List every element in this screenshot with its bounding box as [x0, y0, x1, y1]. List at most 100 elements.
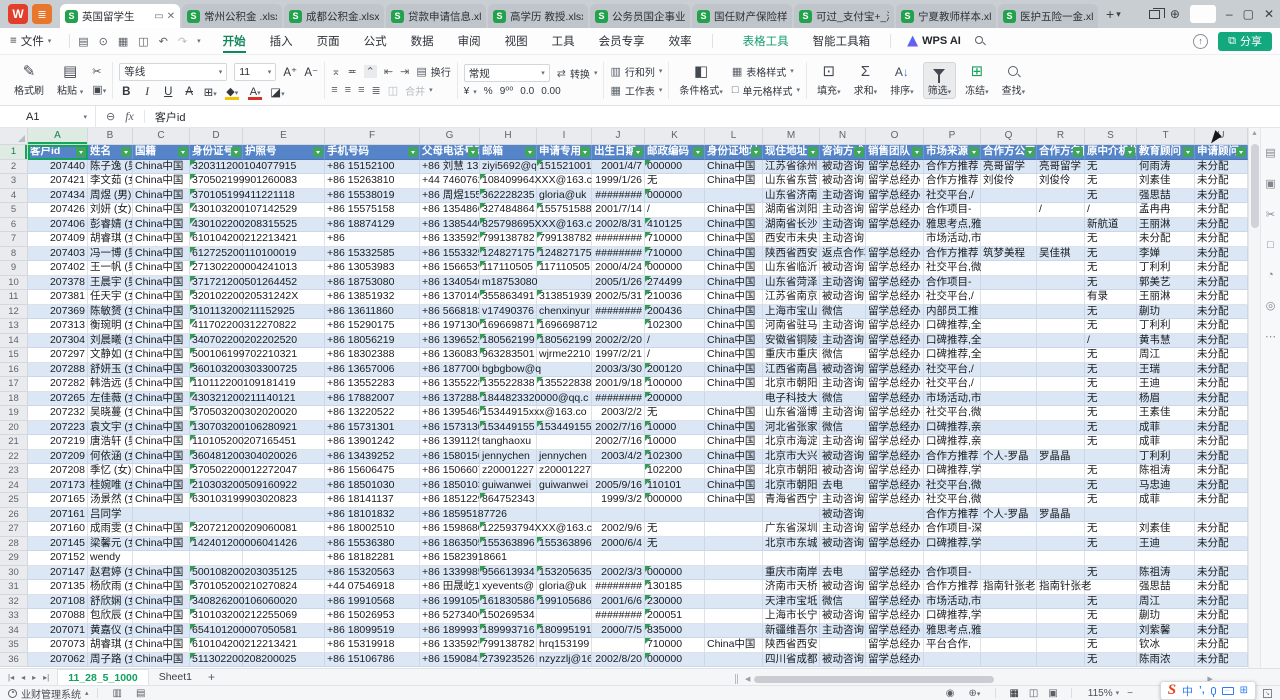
italic-button[interactable]: I: [140, 86, 154, 98]
cell-M22[interactable]: 北京市大兴: [763, 450, 820, 465]
cell-K24[interactable]: 110101: [645, 479, 705, 494]
cell-C35[interactable]: China中国: [133, 638, 190, 653]
header-cell-K1[interactable]: 邮政编码: [645, 145, 705, 160]
cell-H7[interactable]: 799138782: [480, 232, 537, 247]
cell-J19[interactable]: 2003/2/2: [592, 406, 645, 421]
cell-O15[interactable]: 留学总经办: [866, 348, 924, 363]
header-cell-T1[interactable]: 教育顾问: [1137, 145, 1195, 160]
cell-A29[interactable]: 207152: [28, 551, 88, 566]
cell-B28[interactable]: 梁馨元 (女: [88, 537, 133, 552]
account-avatar[interactable]: [1190, 5, 1216, 23]
cell-J31[interactable]: ########: [592, 580, 645, 595]
row-number-1[interactable]: 1: [0, 145, 28, 160]
cell-L12[interactable]: China中国: [705, 305, 763, 320]
cell-G6[interactable]: +86 13854402198: [420, 218, 480, 233]
cell-L3[interactable]: China中国: [705, 174, 763, 189]
cell-C27[interactable]: China中国: [133, 522, 190, 537]
menu-item-8[interactable]: 工具: [540, 28, 587, 54]
cell-K21[interactable]: 10000: [645, 435, 705, 450]
cell-M17[interactable]: 北京市朝阳: [763, 377, 820, 392]
cell-C12[interactable]: China中国: [133, 305, 190, 320]
cell-A18[interactable]: 207265: [28, 392, 88, 407]
doc-tab[interactable]: S 公务员国企事业单位: [590, 4, 690, 28]
new-tab-button[interactable]: +: [1106, 6, 1114, 22]
scroll-up-icon[interactable]: ▲: [1249, 128, 1260, 140]
cell-L5[interactable]: China中国: [705, 203, 763, 218]
cell-L34[interactable]: [705, 624, 763, 639]
preview-icon[interactable]: ◫: [138, 35, 148, 48]
minimize-button[interactable]: –: [1226, 7, 1233, 21]
cell-J33[interactable]: ########: [592, 609, 645, 624]
cell-H24[interactable]: guiwanwei: [480, 479, 537, 494]
microphone-icon[interactable]: [1211, 687, 1216, 695]
cell-N19[interactable]: 主动咨询: [820, 406, 866, 421]
cell-J28[interactable]: 2000/6/4: [592, 537, 645, 552]
docs-home-icon[interactable]: ≣: [32, 4, 52, 24]
cell-O12[interactable]: 留学总经办: [866, 305, 924, 320]
filter-button[interactable]: 筛选▾: [923, 62, 957, 99]
row-number-5[interactable]: 5: [0, 203, 28, 218]
cell-K25[interactable]: 000000: [645, 493, 705, 508]
cell-O2[interactable]: 留学总经办: [866, 160, 924, 175]
cell-A16[interactable]: 207288: [28, 363, 88, 378]
column-header-F[interactable]: F: [325, 128, 420, 145]
cell-B14[interactable]: 刘晨曦 (女: [88, 334, 133, 349]
cell-I17[interactable]: 135522838: [537, 377, 592, 392]
find-button[interactable]: 查找▾: [998, 63, 1030, 98]
cell-H18[interactable]: 1844823320000@qq.c: [480, 392, 537, 407]
cell-D30[interactable]: 500108200203035125: [190, 566, 243, 581]
cell-U21[interactable]: 未分配: [1195, 435, 1248, 450]
cell-J27[interactable]: 2002/9/6: [592, 522, 645, 537]
cell-B22[interactable]: 何依涵 (女: [88, 450, 133, 465]
cell-D11[interactable]: 32010220020531242X: [190, 290, 243, 305]
cell-R22[interactable]: 罗晶晶: [1037, 450, 1085, 465]
cell-K14[interactable]: /: [645, 334, 705, 349]
wps-ai-button[interactable]: WPS AI: [907, 35, 961, 47]
cell-Q6[interactable]: [981, 218, 1037, 233]
cell-C9[interactable]: China中国: [133, 261, 190, 276]
cell-C13[interactable]: China中国: [133, 319, 190, 334]
cell-U15[interactable]: 未分配: [1195, 348, 1248, 363]
row-number-2[interactable]: 2: [0, 160, 28, 175]
sum-button[interactable]: Σ 求和▾: [850, 63, 882, 98]
cell-N20[interactable]: 微信: [820, 421, 866, 436]
cell-G35[interactable]: +86 13359257061: [420, 638, 480, 653]
cell-P13[interactable]: 口碑推荐,全: [924, 319, 981, 334]
cell-C14[interactable]: China中国: [133, 334, 190, 349]
cell-F13[interactable]: +86 15290175: [325, 319, 420, 334]
cell-M34[interactable]: 新疆维吾尔: [763, 624, 820, 639]
increase-font-icon[interactable]: A⁺: [283, 65, 297, 79]
export-icon[interactable]: ⊙: [99, 35, 108, 48]
cell-B2[interactable]: 陈子逸 (男: [88, 160, 133, 175]
menu-item-7[interactable]: 视图: [493, 28, 540, 54]
cell-A24[interactable]: 207173: [28, 479, 88, 494]
cell-O21[interactable]: 留学总经办: [866, 435, 924, 450]
cell-T14[interactable]: 黄韦慧: [1137, 334, 1195, 349]
cell-N17[interactable]: 主动咨询: [820, 377, 866, 392]
cell-Q14[interactable]: [981, 334, 1037, 349]
cell-D10[interactable]: 371721200501264452: [190, 276, 243, 291]
cell-G29[interactable]: +86 15823918661: [420, 551, 480, 566]
cell-R2[interactable]: 亮哥留学: [1037, 160, 1085, 175]
ime-panel-icon[interactable]: ⊞: [1240, 685, 1248, 696]
cell-C21[interactable]: China中国: [133, 435, 190, 450]
header-cell-E1[interactable]: 护照号: [243, 145, 325, 160]
cell-U31[interactable]: 未分配: [1195, 580, 1248, 595]
cell-A15[interactable]: 207297: [28, 348, 88, 363]
cell-B29[interactable]: wendy: [88, 551, 133, 566]
cell-K32[interactable]: 230000: [645, 595, 705, 610]
cell-O23[interactable]: 留学总经办: [866, 464, 924, 479]
cell-D15[interactable]: 500106199702210321: [190, 348, 243, 363]
cell-I8[interactable]: 124827175: [537, 247, 592, 262]
next-sheet-icon[interactable]: ▸: [32, 673, 36, 682]
cell-C23[interactable]: China中国: [133, 464, 190, 479]
search-button[interactable]: [975, 35, 983, 47]
cell-A19[interactable]: 207232: [28, 406, 88, 421]
cell-U11[interactable]: 未分配: [1195, 290, 1248, 305]
cell-H20[interactable]: 153449155: [480, 421, 537, 436]
cell-U24[interactable]: 未分配: [1195, 479, 1248, 494]
cell-C19[interactable]: China中国: [133, 406, 190, 421]
cell-N18[interactable]: 微信: [820, 392, 866, 407]
font-name-select[interactable]: 等线▾: [119, 63, 227, 81]
cell-F29[interactable]: +86 18182281: [325, 551, 420, 566]
